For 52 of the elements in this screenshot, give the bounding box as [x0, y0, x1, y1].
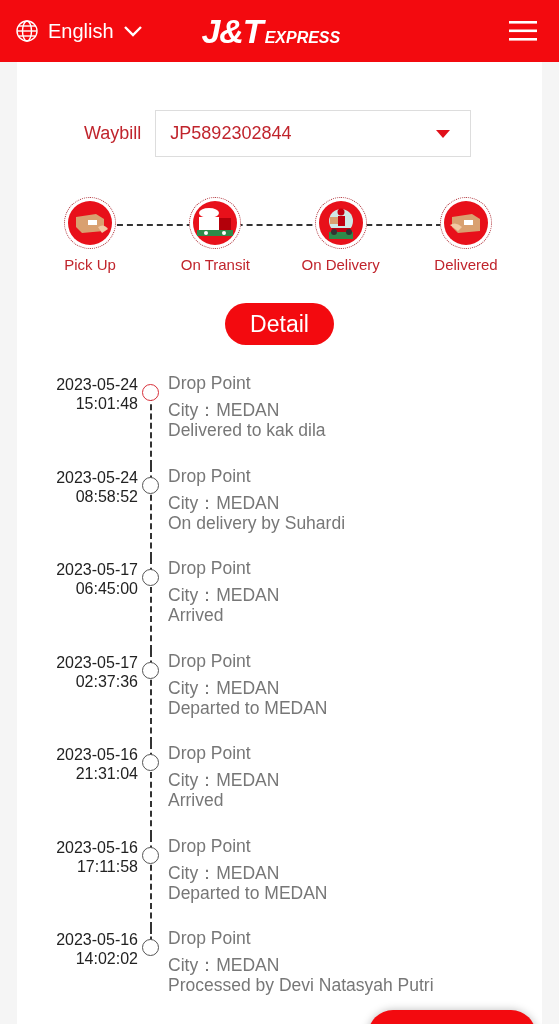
event-title: Drop Point [168, 650, 252, 671]
event-time: 08:58:52 [75, 486, 138, 506]
event-time: 06:45:00 [75, 579, 138, 598]
event-city: City：MEDAN [168, 677, 281, 698]
parcel-icon [68, 201, 112, 245]
event-note: Delivered to kak dila [168, 420, 326, 440]
step-label: Pick Up [64, 256, 116, 273]
logo: J&TEXPRESS [201, 11, 341, 51]
event-time: 14:02:02 [75, 949, 138, 968]
event-note: Arrived [168, 605, 225, 625]
event-time: 21:31:04 [75, 764, 138, 783]
event-time: 17:11:58 [76, 856, 138, 876]
event-city: City：MEDAN [168, 585, 280, 605]
event-note: Arrived [168, 790, 225, 810]
waybill-label: Waybill [84, 123, 142, 144]
event-title: Drop Point [168, 835, 252, 856]
step-label: Delivered [434, 256, 498, 273]
detail-button[interactable]: Detail [225, 303, 334, 345]
event-date: 2023-05-16 [56, 930, 138, 949]
event-date: 2023-05-24 [56, 375, 138, 394]
event-date: 2023-05-16 [56, 745, 138, 764]
menu-icon[interactable] [509, 20, 537, 42]
event-note: On delivery by Suhardi [168, 512, 346, 533]
event-title: Drop Point [168, 373, 252, 393]
event-city: City：MEDAN [168, 492, 281, 513]
waybill-select[interactable]: JP5892302844 [155, 110, 472, 157]
event-city: City：MEDAN [168, 862, 281, 883]
language-selector[interactable]: English [48, 19, 114, 43]
event-city: City：MEDAN [168, 955, 281, 975]
step-label: On Transit [180, 256, 250, 273]
event-date: 2023-05-24 [56, 467, 138, 487]
caret-icon [436, 129, 451, 138]
event-date: 2023-05-17 [56, 560, 138, 579]
globe-icon[interactable] [15, 19, 39, 43]
parcel-icon [444, 201, 488, 245]
step-label: On Delivery [301, 256, 380, 273]
event-city: City：MEDAN [168, 400, 281, 420]
event-title: Drop Point [168, 743, 252, 763]
event-note: Departed to MEDAN [168, 882, 328, 903]
event-time: 15:01:48 [75, 394, 138, 413]
chevron-down-icon[interactable] [122, 25, 143, 37]
truck-icon [193, 201, 238, 245]
event-note: Departed to MEDAN [168, 697, 328, 718]
event-time: 02:37:36 [75, 671, 138, 691]
event-title: Drop Point [168, 558, 252, 578]
event-date: 2023-05-17 [56, 652, 138, 672]
event-city: City：MEDAN [168, 770, 280, 790]
event-title: Drop Point [168, 465, 252, 486]
scooter-icon [318, 201, 363, 245]
event-note: Processed by Devi Natasyah Putri [168, 975, 434, 995]
event-date: 2023-05-16 [56, 837, 138, 857]
event-title: Drop Point [168, 928, 252, 948]
